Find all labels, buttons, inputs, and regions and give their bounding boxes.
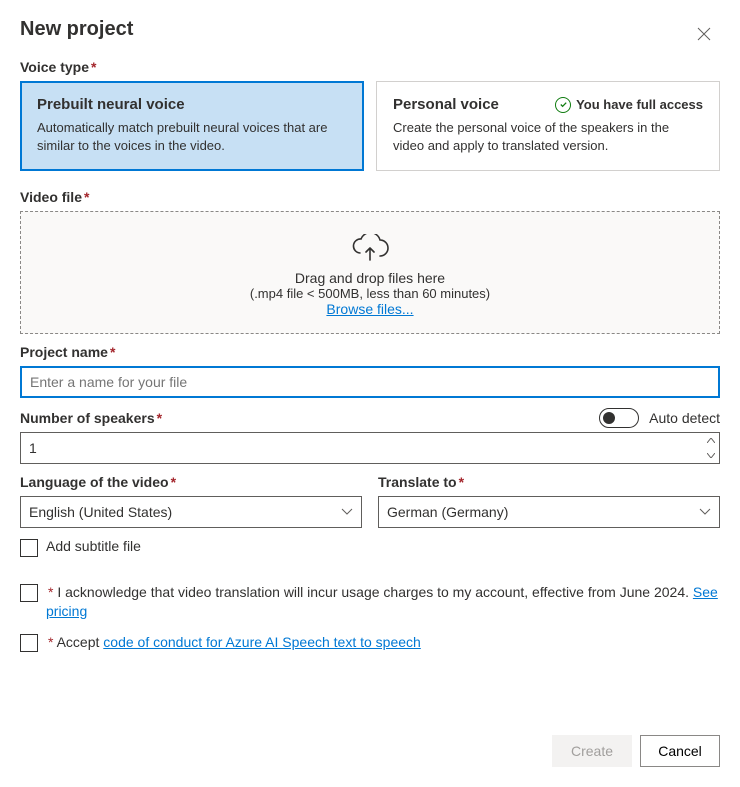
ack-charges-row: * I acknowledge that video translation w… bbox=[20, 583, 720, 621]
source-language-value: English (United States) bbox=[29, 504, 172, 520]
browse-files-link[interactable]: Browse files... bbox=[326, 301, 413, 317]
subtitle-checkbox-row: Add subtitle file bbox=[20, 538, 720, 557]
chevron-up-icon bbox=[707, 438, 715, 443]
subtitle-checkbox[interactable] bbox=[20, 539, 38, 557]
subtitle-label: Add subtitle file bbox=[46, 538, 141, 554]
voice-option-prebuilt[interactable]: Prebuilt neural voice Automatically matc… bbox=[20, 81, 364, 171]
upload-cloud-icon bbox=[31, 234, 709, 264]
auto-detect-label: Auto detect bbox=[649, 410, 720, 426]
voice-option-personal-title: Personal voice bbox=[393, 96, 499, 113]
required-asterisk: * bbox=[48, 634, 53, 650]
dropzone-sub: (.mp4 file < 500MB, less than 60 minutes… bbox=[31, 286, 709, 301]
dialog-title: New project bbox=[20, 18, 133, 41]
voice-option-prebuilt-desc: Automatically match prebuilt neural voic… bbox=[37, 119, 347, 154]
ack-coc-checkbox[interactable] bbox=[20, 634, 38, 652]
required-asterisk: * bbox=[48, 584, 53, 600]
check-circle-icon bbox=[555, 97, 571, 113]
dropzone-hint: Drag and drop files here bbox=[31, 270, 709, 286]
required-asterisk: * bbox=[91, 59, 96, 75]
chevron-down-icon bbox=[699, 508, 711, 516]
ack-coc-text: Accept bbox=[57, 634, 104, 650]
project-name-input[interactable] bbox=[20, 366, 720, 398]
speakers-label: Number of speakers* bbox=[20, 410, 162, 426]
speakers-spinner[interactable]: 1 bbox=[20, 432, 720, 464]
target-language-value: German (Germany) bbox=[387, 504, 508, 520]
full-access-badge: You have full access bbox=[555, 97, 703, 113]
voice-option-personal-desc: Create the personal voice of the speaker… bbox=[393, 119, 703, 154]
required-asterisk: * bbox=[157, 410, 162, 426]
chevron-down-icon bbox=[707, 453, 715, 458]
close-icon bbox=[697, 27, 711, 41]
voice-type-label: Voice type* bbox=[20, 59, 720, 75]
coc-link[interactable]: code of conduct for Azure AI Speech text… bbox=[103, 634, 421, 650]
ack-charges-text: I acknowledge that video translation wil… bbox=[57, 584, 693, 600]
required-asterisk: * bbox=[171, 474, 176, 490]
required-asterisk: * bbox=[84, 189, 89, 205]
toggle-knob bbox=[603, 412, 615, 424]
close-button[interactable] bbox=[688, 18, 720, 50]
ack-charges-checkbox[interactable] bbox=[20, 584, 38, 602]
source-language-label: Language of the video* bbox=[20, 474, 362, 490]
spinner-up[interactable] bbox=[702, 433, 719, 448]
spinner-down[interactable] bbox=[702, 448, 719, 463]
source-language-select[interactable]: English (United States) bbox=[20, 496, 362, 528]
chevron-down-icon bbox=[341, 508, 353, 516]
target-language-label: Translate to* bbox=[378, 474, 720, 490]
speakers-value: 1 bbox=[21, 440, 701, 456]
video-file-label: Video file* bbox=[20, 189, 720, 205]
create-button[interactable]: Create bbox=[552, 735, 632, 767]
project-name-label: Project name* bbox=[20, 344, 720, 360]
required-asterisk: * bbox=[459, 474, 464, 490]
voice-option-personal[interactable]: Personal voice You have full access Crea… bbox=[376, 81, 720, 171]
cancel-button[interactable]: Cancel bbox=[640, 735, 720, 767]
voice-option-prebuilt-title: Prebuilt neural voice bbox=[37, 96, 347, 113]
ack-coc-row: * Accept code of conduct for Azure AI Sp… bbox=[20, 633, 720, 652]
target-language-select[interactable]: German (Germany) bbox=[378, 496, 720, 528]
required-asterisk: * bbox=[110, 344, 115, 360]
video-dropzone[interactable]: Drag and drop files here (.mp4 file < 50… bbox=[20, 211, 720, 334]
auto-detect-toggle[interactable] bbox=[599, 408, 639, 428]
